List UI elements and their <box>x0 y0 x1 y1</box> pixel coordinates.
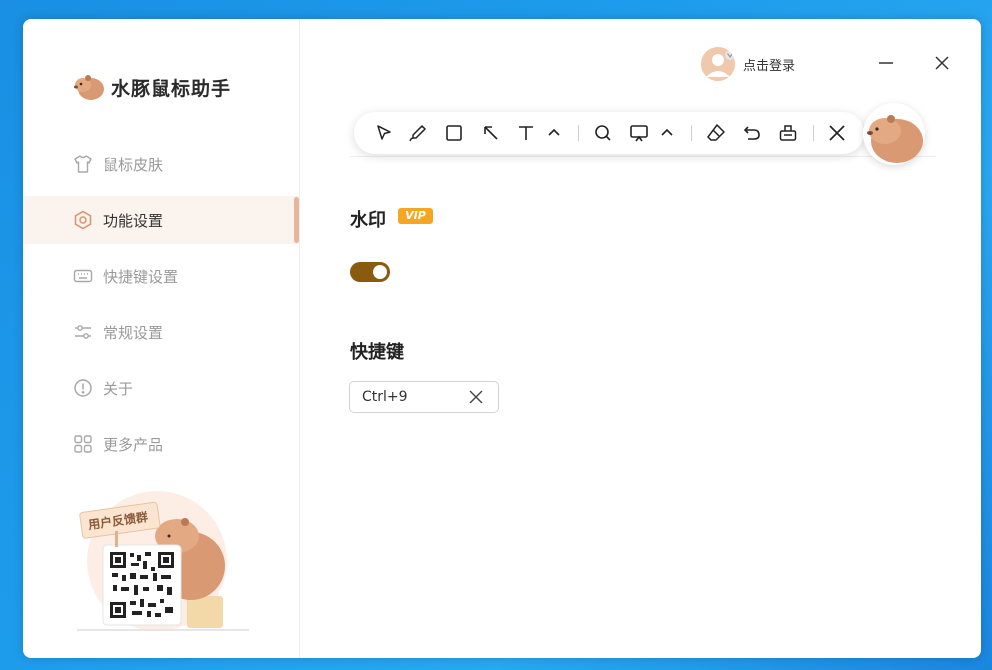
watermark-toggle[interactable] <box>350 262 390 282</box>
magnifier-icon[interactable] <box>593 123 613 143</box>
feedback-illustration <box>77 491 249 631</box>
vip-badge: VIP <box>398 208 433 224</box>
sidebar-item-label: 鼠标皮肤 <box>103 156 164 174</box>
sliders-icon <box>75 325 91 339</box>
sidebar-item-label: 更多产品 <box>103 436 164 454</box>
sidebar-item-skins[interactable]: 鼠标皮肤 <box>23 140 299 188</box>
sidebar-item-label: 常规设置 <box>103 324 164 342</box>
sidebar-item-features[interactable]: 功能设置 <box>23 196 299 244</box>
hotkey-input[interactable]: Ctrl+9 <box>349 381 499 413</box>
header-divider <box>350 156 936 157</box>
toolbar-mascot-badge[interactable] <box>863 103 925 165</box>
shirt-icon <box>74 155 92 173</box>
annotation-toolbar <box>354 112 864 154</box>
sidebar-item-more-products[interactable]: 更多产品 <box>23 420 299 468</box>
login-link[interactable]: 点击登录 <box>743 55 795 74</box>
toolbar-separator <box>578 125 579 141</box>
main-panel: 点击登录 水印 VIP 快捷键 Ctrl+9 <box>300 19 981 658</box>
screen-icon[interactable] <box>629 123 649 143</box>
capybara-logo-icon <box>74 75 104 100</box>
app-title: 水豚鼠标助手 <box>111 77 232 100</box>
pointer-icon[interactable] <box>374 123 394 143</box>
hotkey-title: 快捷键 <box>350 342 404 363</box>
chevron-up-icon[interactable] <box>544 123 564 143</box>
toolbar-separator <box>813 125 814 141</box>
minimize-button[interactable] <box>876 53 896 73</box>
sidebar: 水豚鼠标助手 鼠标皮肤 功能设置 快捷键设置 常规设置 关于 更多产品 用户反馈… <box>23 19 300 658</box>
keyboard-icon <box>73 269 93 283</box>
grid-icon <box>74 435 92 453</box>
text-icon[interactable] <box>516 123 536 143</box>
close-icon[interactable] <box>827 123 847 143</box>
clear-icon[interactable] <box>778 123 798 143</box>
undo-icon[interactable] <box>742 123 762 143</box>
app-logo: 水豚鼠标助手 <box>73 72 231 102</box>
hexagon-settings-icon <box>74 210 92 230</box>
toggle-knob <box>373 265 387 279</box>
sidebar-item-about[interactable]: 关于 <box>23 364 299 412</box>
clear-hotkey-button[interactable] <box>467 388 485 406</box>
close-window-button[interactable] <box>932 53 952 73</box>
toolbar-separator <box>691 125 692 141</box>
app-window: 水豚鼠标助手 鼠标皮肤 功能设置 快捷键设置 常规设置 关于 更多产品 用户反馈… <box>23 19 981 658</box>
sidebar-item-label: 快捷键设置 <box>103 268 179 286</box>
eraser-icon[interactable] <box>706 123 726 143</box>
chevron-up-icon[interactable] <box>657 123 677 143</box>
user-avatar-icon <box>701 47 735 81</box>
capybara-mascot-icon <box>867 115 923 163</box>
sidebar-item-label: 关于 <box>103 380 134 398</box>
watermark-title: 水印 <box>350 210 386 231</box>
sidebar-item-label: 功能设置 <box>103 212 164 230</box>
pen-icon[interactable] <box>408 123 428 143</box>
feedback-qr-panel[interactable]: 用户反馈群 <box>77 491 249 633</box>
info-circle-icon <box>74 379 92 397</box>
login-area[interactable]: 点击登录 <box>701 47 795 81</box>
hotkey-value: Ctrl+9 <box>362 389 408 405</box>
arrow-icon[interactable] <box>481 123 501 143</box>
avatar[interactable] <box>701 47 735 81</box>
sidebar-item-general[interactable]: 常规设置 <box>23 308 299 356</box>
sidebar-item-hotkeys[interactable]: 快捷键设置 <box>23 252 299 300</box>
rectangle-icon[interactable] <box>444 123 464 143</box>
